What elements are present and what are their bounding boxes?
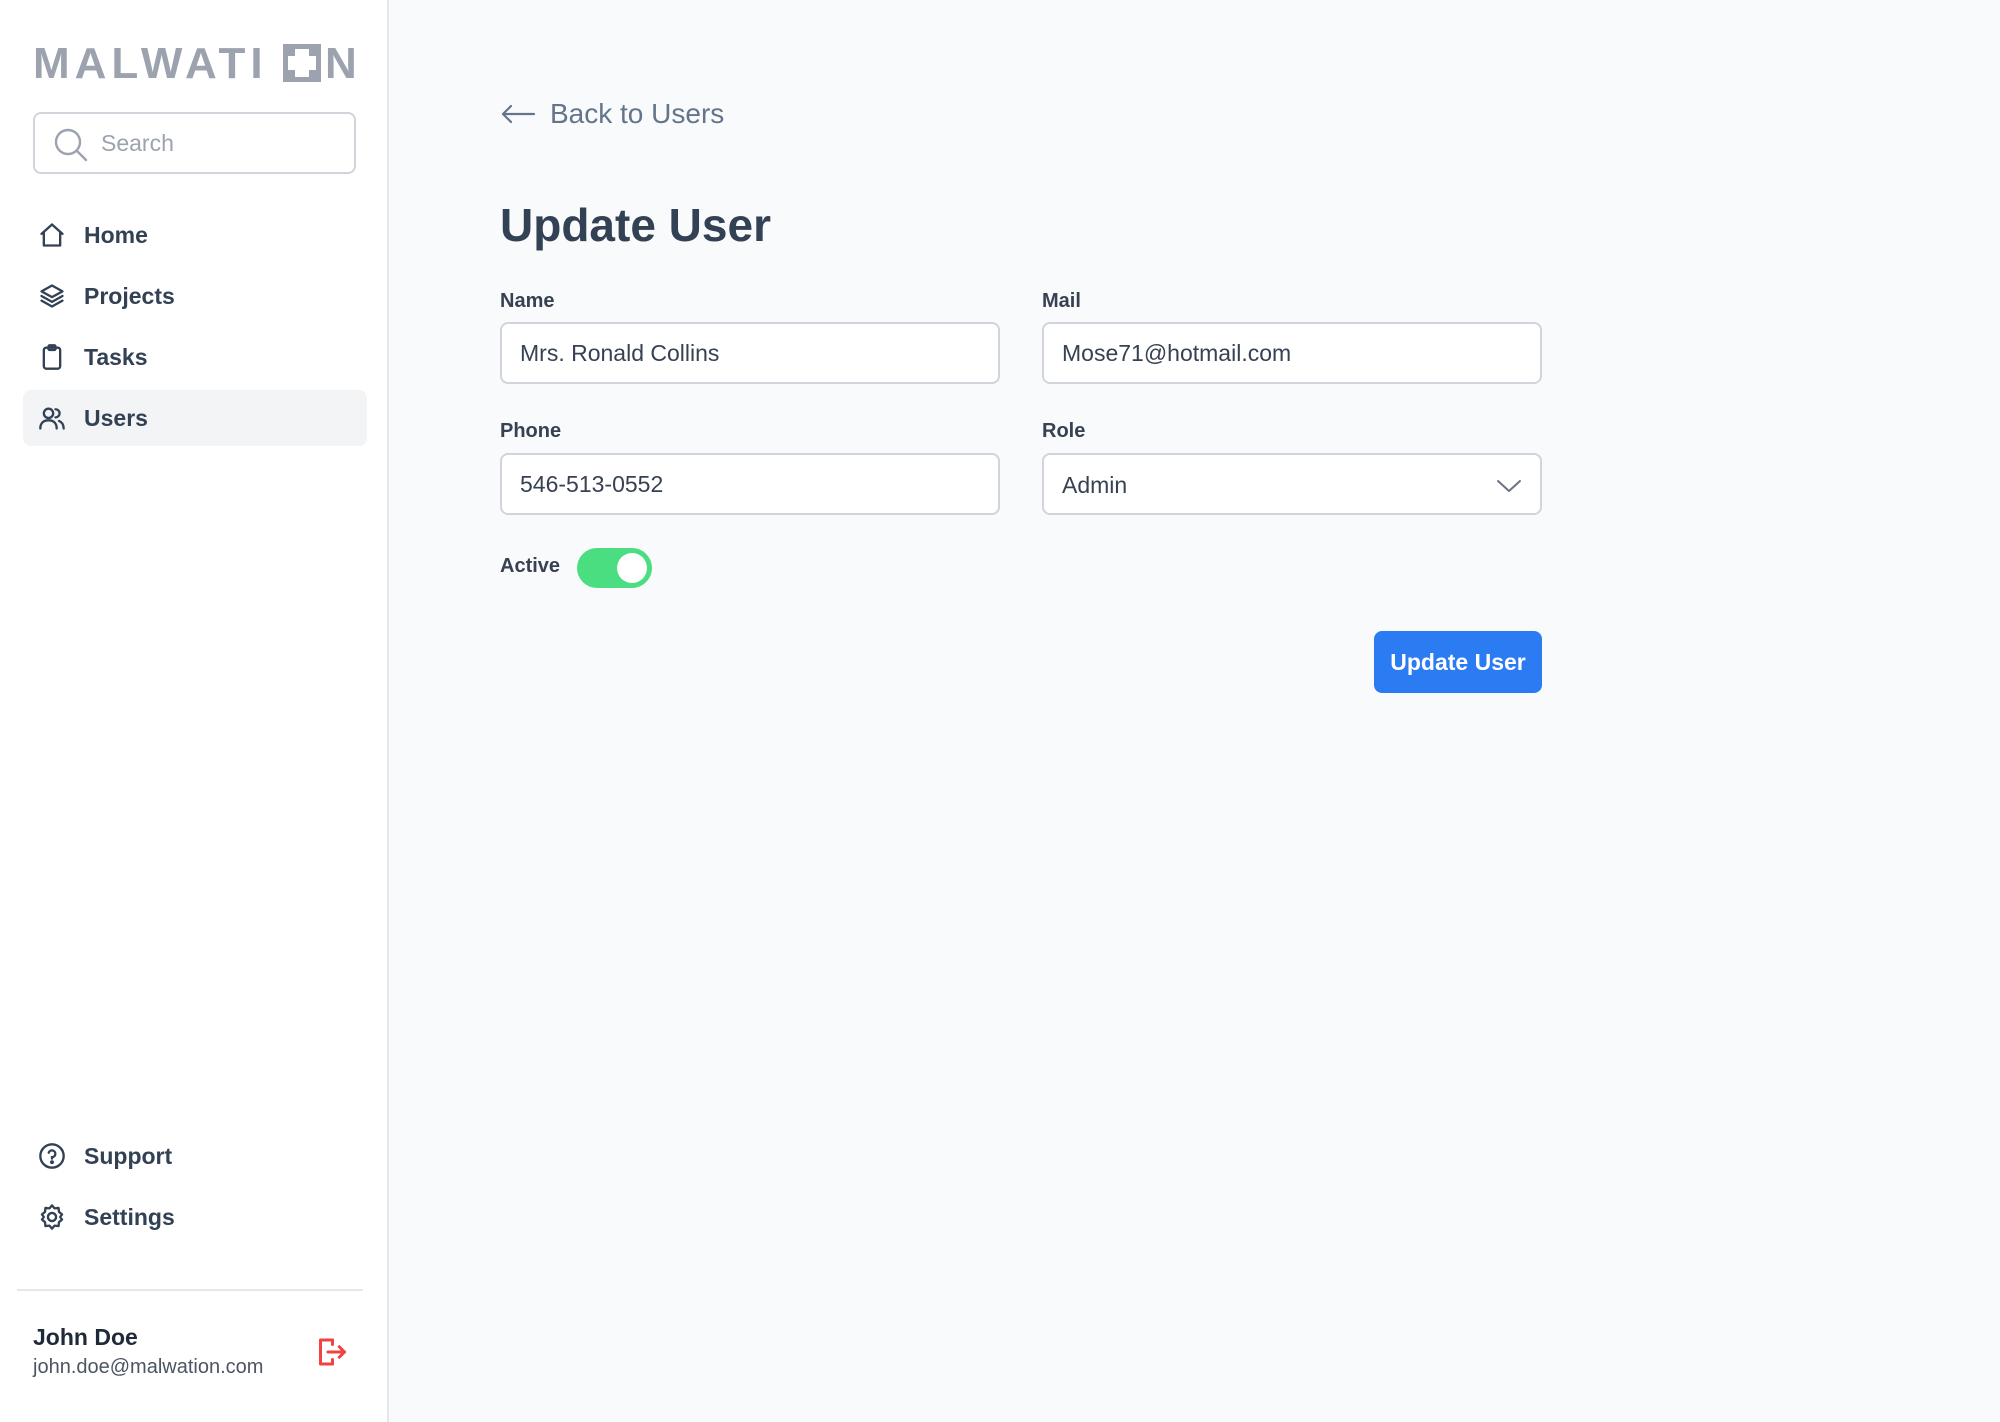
users-icon [37,403,67,433]
sidebar-item-label: Settings [84,1203,175,1230]
sidebar-item-tasks[interactable]: Tasks [23,329,367,385]
chevron-down-icon [1497,480,1521,492]
home-icon [37,220,67,250]
name-label: Name [500,290,555,312]
role-select-value: Admin [1062,472,1128,498]
phone-label: Phone [500,420,562,442]
logout-button[interactable] [313,1334,349,1370]
arrow-left-icon [501,104,536,124]
toggle-knob [617,553,647,583]
sidebar-item-label: Support [84,1142,173,1169]
sidebar-divider [17,1289,363,1291]
sidebar-item-home[interactable]: Home [23,207,367,263]
user-name: John Doe [33,1324,138,1350]
layers-icon [37,281,67,311]
search-input[interactable] [101,122,341,164]
search-icon [54,128,88,162]
logout-icon [319,1338,346,1366]
phone-field[interactable] [500,453,1000,515]
sidebar-item-label: Users [84,404,148,431]
role-label: Role [1042,420,1086,442]
update-user-button[interactable]: Update User [1374,631,1542,693]
svg-text:N: N [325,39,357,86]
gear-icon [37,1202,67,1232]
role-select[interactable]: Admin [1042,453,1542,515]
user-email: john.doe@malwation.com [33,1356,264,1378]
search-box[interactable] [33,112,356,174]
sidebar: MALWATI N Home [0,0,389,1422]
sidebar-item-support[interactable]: Support [23,1128,367,1184]
malwation-logo: MALWATI N [33,39,357,86]
sidebar-item-label: Home [84,221,148,248]
mail-field[interactable] [1042,322,1542,384]
help-circle-icon [37,1141,67,1171]
back-link-label: Back to Users [550,98,725,129]
sidebar-item-label: Tasks [84,343,148,370]
page-title: Update User [500,199,771,251]
svg-text:MALWATI: MALWATI [33,39,268,86]
sidebar-item-settings[interactable]: Settings [23,1189,367,1245]
active-toggle[interactable] [577,548,652,588]
sidebar-item-users[interactable]: Users [23,390,367,446]
sidebar-item-label: Projects [84,282,175,309]
back-to-users-link[interactable]: Back to Users [500,94,724,134]
active-label: Active [500,555,561,577]
clipboard-icon [37,342,67,372]
name-field[interactable] [500,322,1000,384]
sidebar-item-projects[interactable]: Projects [23,268,367,324]
mail-label: Mail [1042,290,1081,312]
